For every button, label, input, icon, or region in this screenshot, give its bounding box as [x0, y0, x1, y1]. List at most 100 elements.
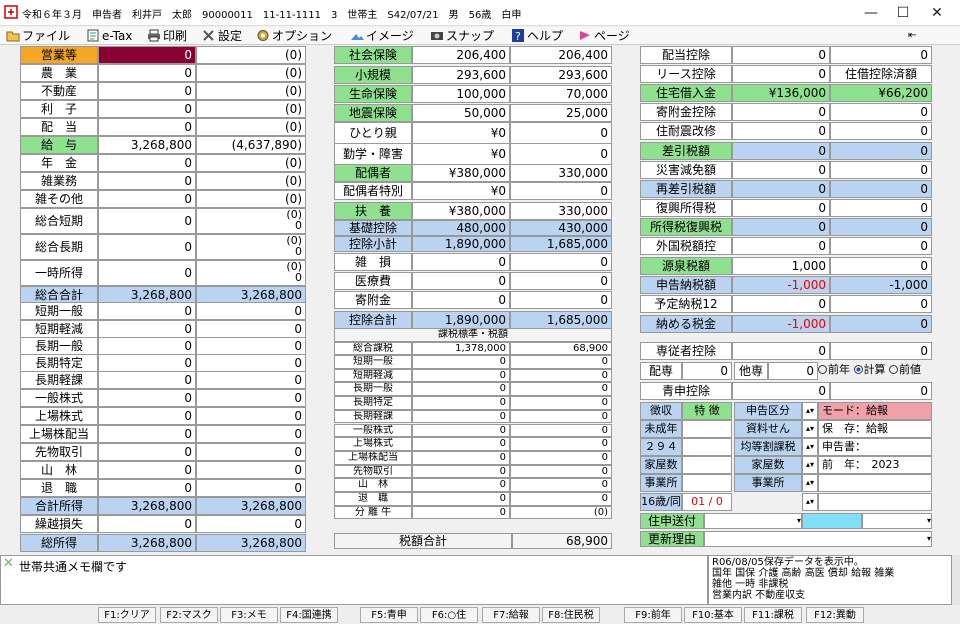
- info-value[interactable]: [682, 420, 732, 438]
- income-value[interactable]: 0: [98, 479, 196, 497]
- menu-settings[interactable]: 設定: [202, 27, 242, 45]
- deduction-value[interactable]: 1,890,000: [412, 311, 510, 329]
- info-value[interactable]: [682, 438, 732, 456]
- menu-help[interactable]: ? ヘルプ: [511, 27, 563, 45]
- menu-snap[interactable]: スナップ: [430, 27, 494, 45]
- info-value[interactable]: 特 徴: [682, 402, 732, 420]
- tax-calc-value[interactable]: 0: [732, 180, 830, 198]
- income-value[interactable]: 0: [98, 82, 196, 100]
- income-value[interactable]: 0: [98, 354, 196, 372]
- deduction-value[interactable]: 293,600: [412, 66, 510, 84]
- message-scrollbar[interactable]: [952, 555, 960, 605]
- deduction-value[interactable]: 480,000: [412, 220, 510, 236]
- koushin-select[interactable]: ▾: [704, 531, 932, 547]
- tax-calc-value[interactable]: 0: [732, 237, 830, 255]
- tax-calc-value[interactable]: 0: [732, 218, 830, 236]
- info-value[interactable]: 01 / 0: [682, 493, 732, 511]
- income-value[interactable]: 0: [98, 320, 196, 338]
- pin-icon[interactable]: ⇤: [908, 27, 916, 45]
- income-value[interactable]: 3,268,800: [98, 136, 196, 154]
- taisen-value[interactable]: 0: [768, 362, 818, 380]
- deduction-value[interactable]: 0: [412, 272, 510, 290]
- fkey-3[interactable]: F3:メモ: [220, 607, 278, 623]
- income-value[interactable]: 0: [98, 46, 196, 64]
- income-value[interactable]: 0: [98, 302, 196, 320]
- fkey-5[interactable]: F5:青申: [360, 607, 418, 623]
- calc-mode-radio[interactable]: 前年 計算 前値: [818, 362, 932, 380]
- income-value[interactable]: 0: [98, 461, 196, 479]
- deduction-value[interactable]: ¥380,000: [412, 202, 510, 220]
- income-value[interactable]: 0: [98, 260, 196, 286]
- deduction-value[interactable]: 100,000: [412, 85, 510, 103]
- jushin-select[interactable]: ▾: [704, 513, 802, 529]
- income-value[interactable]: 0: [98, 172, 196, 190]
- jushin-select-2[interactable]: ▾: [862, 513, 932, 529]
- income-value[interactable]: 0: [98, 154, 196, 172]
- maximize-button[interactable]: ☐: [888, 3, 918, 23]
- income-value[interactable]: 0: [98, 190, 196, 208]
- tax-calc-value[interactable]: 0: [732, 295, 830, 313]
- fkey-10[interactable]: F10:基本: [684, 607, 742, 623]
- memo-close-icon[interactable]: ✕: [3, 556, 14, 571]
- menu-etax[interactable]: e-Tax: [86, 27, 132, 45]
- menu-options[interactable]: オプション: [256, 27, 332, 45]
- fkey-7[interactable]: F7:給報: [482, 607, 540, 623]
- spin-button[interactable]: ▴▾: [802, 420, 818, 438]
- close-button[interactable]: ✕: [922, 3, 952, 23]
- radio-0[interactable]: 前年: [818, 363, 850, 376]
- senju-value[interactable]: 0: [732, 342, 830, 360]
- tax-calc-value[interactable]: -1,000: [732, 276, 830, 294]
- tax-calc-value[interactable]: 0: [732, 142, 830, 160]
- tax-calc-value[interactable]: ¥136,000: [732, 84, 830, 102]
- tax-calc-value[interactable]: 0: [732, 46, 830, 64]
- fkey-9[interactable]: F9:前年: [624, 607, 682, 623]
- aoshin-value[interactable]: 0: [732, 382, 830, 400]
- income-value[interactable]: 0: [98, 64, 196, 82]
- radio-1[interactable]: 計算: [853, 363, 886, 376]
- tax-calc-value[interactable]: 1,000: [732, 257, 830, 275]
- income-value[interactable]: 0: [98, 208, 196, 234]
- radio-2[interactable]: 前値: [889, 363, 921, 376]
- info-value[interactable]: [682, 474, 732, 492]
- income-value[interactable]: 3,268,800: [98, 497, 196, 515]
- spin-button[interactable]: ▴▾: [802, 438, 818, 456]
- deduction-value[interactable]: 0: [412, 253, 510, 271]
- income-value[interactable]: 0: [98, 443, 196, 461]
- menu-file[interactable]: ファイル: [6, 27, 70, 45]
- fkey-11[interactable]: F11:課税: [744, 607, 802, 623]
- spin-button[interactable]: ▴▾: [802, 474, 818, 492]
- deduction-value[interactable]: ¥0: [412, 143, 510, 165]
- fkey-6[interactable]: F6:○住: [420, 607, 478, 623]
- deduction-value[interactable]: ¥0: [412, 182, 510, 200]
- fkey-2[interactable]: F2:マスク: [160, 607, 218, 623]
- minimize-button[interactable]: —: [856, 3, 886, 23]
- household-memo[interactable]: ✕ 世帯共通メモ欄です: [0, 555, 708, 605]
- menu-page[interactable]: ページ: [578, 27, 630, 45]
- income-value[interactable]: 0: [98, 371, 196, 389]
- fkey-8[interactable]: F8:住民税: [542, 607, 600, 623]
- menu-image[interactable]: イメージ: [350, 27, 414, 45]
- tax-calc-value[interactable]: 0: [732, 65, 830, 83]
- fkey-4[interactable]: F4:国連携: [280, 607, 338, 623]
- deduction-value[interactable]: ¥0: [412, 122, 510, 144]
- income-value[interactable]: 0: [98, 100, 196, 118]
- income-value[interactable]: 0: [98, 389, 196, 407]
- income-value[interactable]: 0: [98, 337, 196, 355]
- income-value[interactable]: 0: [98, 118, 196, 136]
- spin-button[interactable]: ▴▾: [802, 493, 818, 511]
- spin-button[interactable]: ▴▾: [802, 402, 818, 420]
- tax-calc-value[interactable]: 0: [732, 199, 830, 217]
- spin-button[interactable]: ▴▾: [802, 456, 818, 474]
- income-value[interactable]: 0: [98, 425, 196, 443]
- fkey-12[interactable]: F12:異動: [806, 607, 864, 623]
- info-value[interactable]: [682, 456, 732, 474]
- haisen-value[interactable]: 0: [682, 362, 732, 380]
- menu-print[interactable]: 印刷: [147, 27, 187, 45]
- deduction-value[interactable]: 0: [412, 291, 510, 309]
- tax-calc-value[interactable]: 0: [732, 122, 830, 140]
- deduction-value[interactable]: 1,890,000: [412, 236, 510, 252]
- tax-calc-value[interactable]: 0: [732, 103, 830, 121]
- deduction-value[interactable]: 206,400: [412, 46, 510, 64]
- deduction-value[interactable]: ¥380,000: [412, 164, 510, 182]
- tax-calc-value[interactable]: -1,000: [732, 315, 830, 333]
